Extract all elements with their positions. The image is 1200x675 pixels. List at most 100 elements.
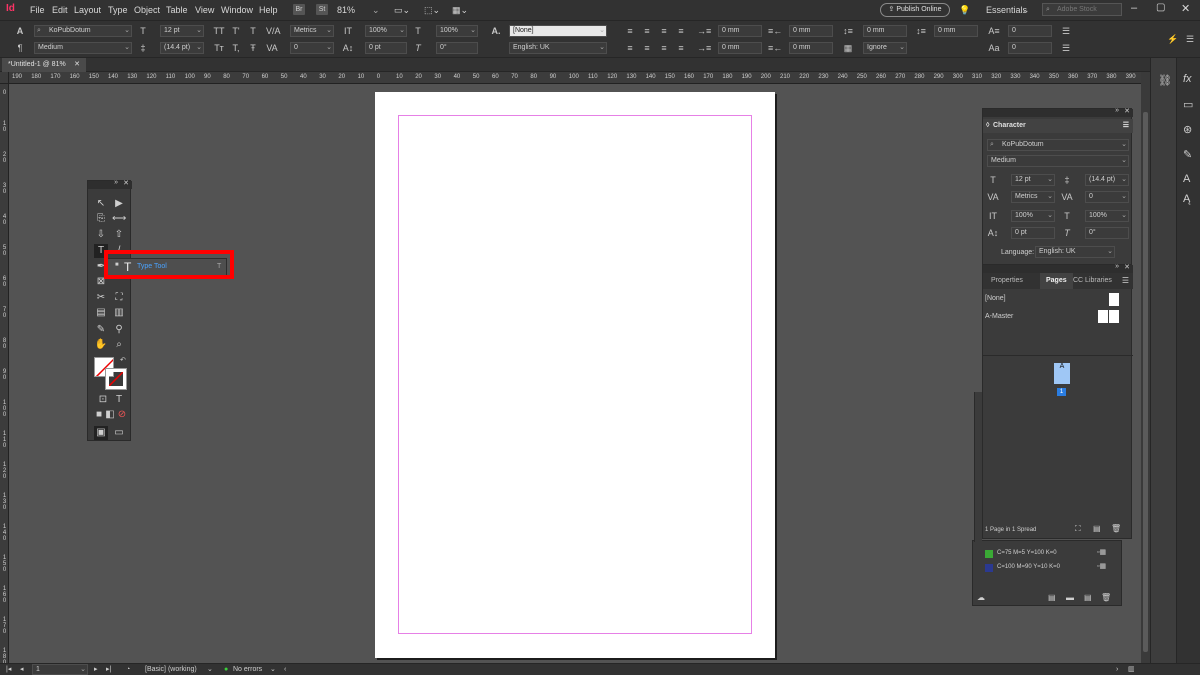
new-swatch-icon[interactable]: ▤ (1084, 593, 1092, 602)
collapse-icon[interactable]: » (114, 179, 118, 186)
zoom-level[interactable]: 81% (337, 5, 355, 15)
font-style-field[interactable]: Medium ⌄ (34, 42, 132, 54)
gradient-feather-tool-icon[interactable]: ▥ (112, 306, 126, 320)
stock-button[interactable]: St (316, 4, 328, 15)
character-baseline-field[interactable]: 0 pt (1011, 227, 1055, 239)
drop-cap-chars-field[interactable]: 0 (1008, 42, 1052, 54)
quick-apply-icon[interactable]: ⚡ (1167, 33, 1179, 45)
chevron-down-icon[interactable]: ⌄ (270, 665, 276, 675)
character-kerning-field[interactable]: Metrics ⌄ (1011, 191, 1055, 203)
preflight-profile-label[interactable]: [Basic] (working) (145, 665, 197, 675)
cloud-icon[interactable]: ☁ (977, 593, 985, 602)
character-language-field[interactable]: English: UK ⌄ (1035, 246, 1115, 258)
skew-field[interactable]: 0° (436, 42, 478, 54)
collapse-icon[interactable]: » (1115, 107, 1119, 114)
scroll-left-icon[interactable]: ‹ (284, 665, 286, 675)
all-caps-icon[interactable]: TT (213, 25, 225, 37)
tracking-field[interactable]: 0 ⌄ (290, 42, 334, 54)
numbering-icon[interactable]: ☰ (1060, 42, 1072, 54)
content-collector-icon[interactable]: ⇩ (94, 228, 108, 242)
bridge-button[interactable]: Br (293, 4, 305, 15)
swatch-blue-label[interactable]: C=100 M=90 Y=10 K=0 (997, 564, 1060, 570)
last-line-indent-field[interactable]: 0 mm (789, 42, 833, 54)
swatch-green-label[interactable]: C=75 M=5 Y=100 K=0 (997, 550, 1057, 556)
paragraph-formatting-icon[interactable]: ¶ (14, 42, 26, 54)
apply-none-icon[interactable]: ⊘ (115, 408, 129, 422)
character-style-field[interactable]: Medium ⌄ (987, 155, 1129, 167)
horizontal-scale-field[interactable]: 100% ⌄ (436, 25, 478, 37)
links-panel-icon[interactable]: ⛓ (1158, 74, 1172, 87)
pages-panel-header[interactable]: » ✕ (983, 263, 1133, 273)
vertical-scale-field[interactable]: 100% ⌄ (365, 25, 407, 37)
a-master-left-thumbnail[interactable] (1098, 310, 1108, 323)
a-master-right-thumbnail[interactable] (1109, 310, 1119, 323)
character-skew-field[interactable]: 0° (1085, 227, 1129, 239)
justify-left-icon[interactable]: ≡ (624, 42, 636, 54)
font-family-field[interactable]: ⌕ KoPubDotum ⌄ (34, 25, 132, 37)
swap-fill-stroke-icon[interactable]: ↶ (120, 356, 126, 364)
tools-panel-header[interactable]: » ✕ (88, 179, 132, 189)
view-options-icon[interactable]: ▭⌄ (394, 5, 410, 16)
selection-tool-icon[interactable]: ↖ (94, 197, 108, 211)
align-center-icon[interactable]: ≡ (641, 25, 653, 37)
paragraph-styles-icon[interactable]: ✎ (1183, 148, 1192, 161)
panel-menu-icon[interactable]: ☰ (1122, 276, 1129, 285)
small-caps-icon[interactable]: Tт (213, 42, 225, 54)
glyphs-icon[interactable]: Ą (1183, 193, 1190, 205)
free-transform-tool-icon[interactable]: ⛶ (112, 291, 126, 305)
menu-table[interactable]: Table (166, 5, 188, 15)
swatch-options-icon[interactable]: ▤ (1048, 593, 1056, 602)
character-hscale-field[interactable]: 100% ⌄ (1085, 210, 1129, 222)
character-size-field[interactable]: 12 pt ⌄ (1011, 174, 1055, 186)
direct-selection-tool-icon[interactable]: ▶ (112, 197, 126, 211)
language-field[interactable]: English: UK ⌄ (509, 42, 607, 54)
leading-field[interactable]: (14.4 pt) ⌄ (160, 42, 204, 54)
previous-page-icon[interactable]: ◂ (20, 665, 24, 675)
minimize-icon[interactable]: – (1131, 2, 1137, 14)
character-styles-icon[interactable]: A (1183, 173, 1190, 185)
menu-type[interactable]: Type (108, 5, 128, 15)
menu-help[interactable]: Help (259, 5, 278, 15)
note-tool-icon[interactable]: ✎ (94, 323, 108, 337)
justify-right-icon[interactable]: ≡ (658, 42, 670, 54)
hand-tool-icon[interactable]: ✋ (94, 338, 108, 352)
document-tab[interactable]: *Untitled-1 @ 81% ✕ (2, 58, 86, 72)
last-page-icon[interactable]: ▸| (106, 665, 111, 675)
close-icon[interactable]: ✕ (1181, 2, 1190, 15)
preflight-profile-icon[interactable]: ◔ (126, 665, 130, 675)
none-master-label[interactable]: [None] (985, 295, 1006, 302)
screen-mode-icon[interactable]: ⬚⌄ (424, 5, 440, 16)
vertical-scrollbar[interactable] (1141, 72, 1150, 663)
publish-online-button[interactable]: ⇪ Publish Online (880, 3, 950, 17)
preview-mode-icon[interactable]: ▭ (112, 426, 126, 440)
character-panel-title[interactable]: Character ◊ ☰ (983, 119, 1133, 133)
close-tab-icon[interactable]: ✕ (74, 58, 80, 72)
split-window-icon[interactable]: ▥ (1128, 665, 1135, 675)
gradient-swatch-tool-icon[interactable]: ▤ (94, 306, 108, 320)
align-left-icon[interactable]: ≡ (624, 25, 636, 37)
left-indent-field[interactable]: 0 mm (718, 25, 762, 37)
character-panel-header[interactable]: » ✕ (983, 107, 1133, 117)
first-page-icon[interactable]: |◂ (6, 665, 11, 675)
zoom-tool-icon[interactable]: ⌕ (112, 338, 126, 352)
menu-edit[interactable]: Edit (52, 5, 68, 15)
delete-swatch-icon[interactable]: 🗑 (1101, 593, 1111, 602)
character-font-field[interactable]: ⌕ KoPubDotum ⌄ (987, 139, 1129, 151)
new-folder-icon[interactable]: ▬ (1066, 593, 1074, 602)
zoom-dropdown-icon[interactable]: ⌄ (372, 5, 380, 16)
scissors-tool-icon[interactable]: ✂ (94, 291, 108, 305)
kerning-field[interactable]: Metrics ⌄ (290, 25, 334, 37)
bullets-icon[interactable]: ☰ (1060, 25, 1072, 37)
close-icon[interactable]: ✕ (123, 179, 129, 187)
align-right-icon[interactable]: ≡ (658, 25, 670, 37)
pages-panel-icon[interactable]: ▭ (1183, 98, 1193, 111)
drop-cap-lines-field[interactable]: 0 (1008, 25, 1052, 37)
menu-layout[interactable]: Layout (74, 5, 101, 15)
scroll-right-icon[interactable]: › (1116, 665, 1118, 675)
right-indent-field[interactable]: 0 mm (789, 25, 833, 37)
stroke-swatch[interactable] (105, 368, 127, 390)
effects-icon[interactable]: fx (1183, 73, 1192, 85)
next-page-icon[interactable]: ▸ (94, 665, 98, 675)
font-size-field[interactable]: 12 pt ⌄ (160, 25, 204, 37)
space-after-field[interactable]: 0 mm (934, 25, 978, 37)
